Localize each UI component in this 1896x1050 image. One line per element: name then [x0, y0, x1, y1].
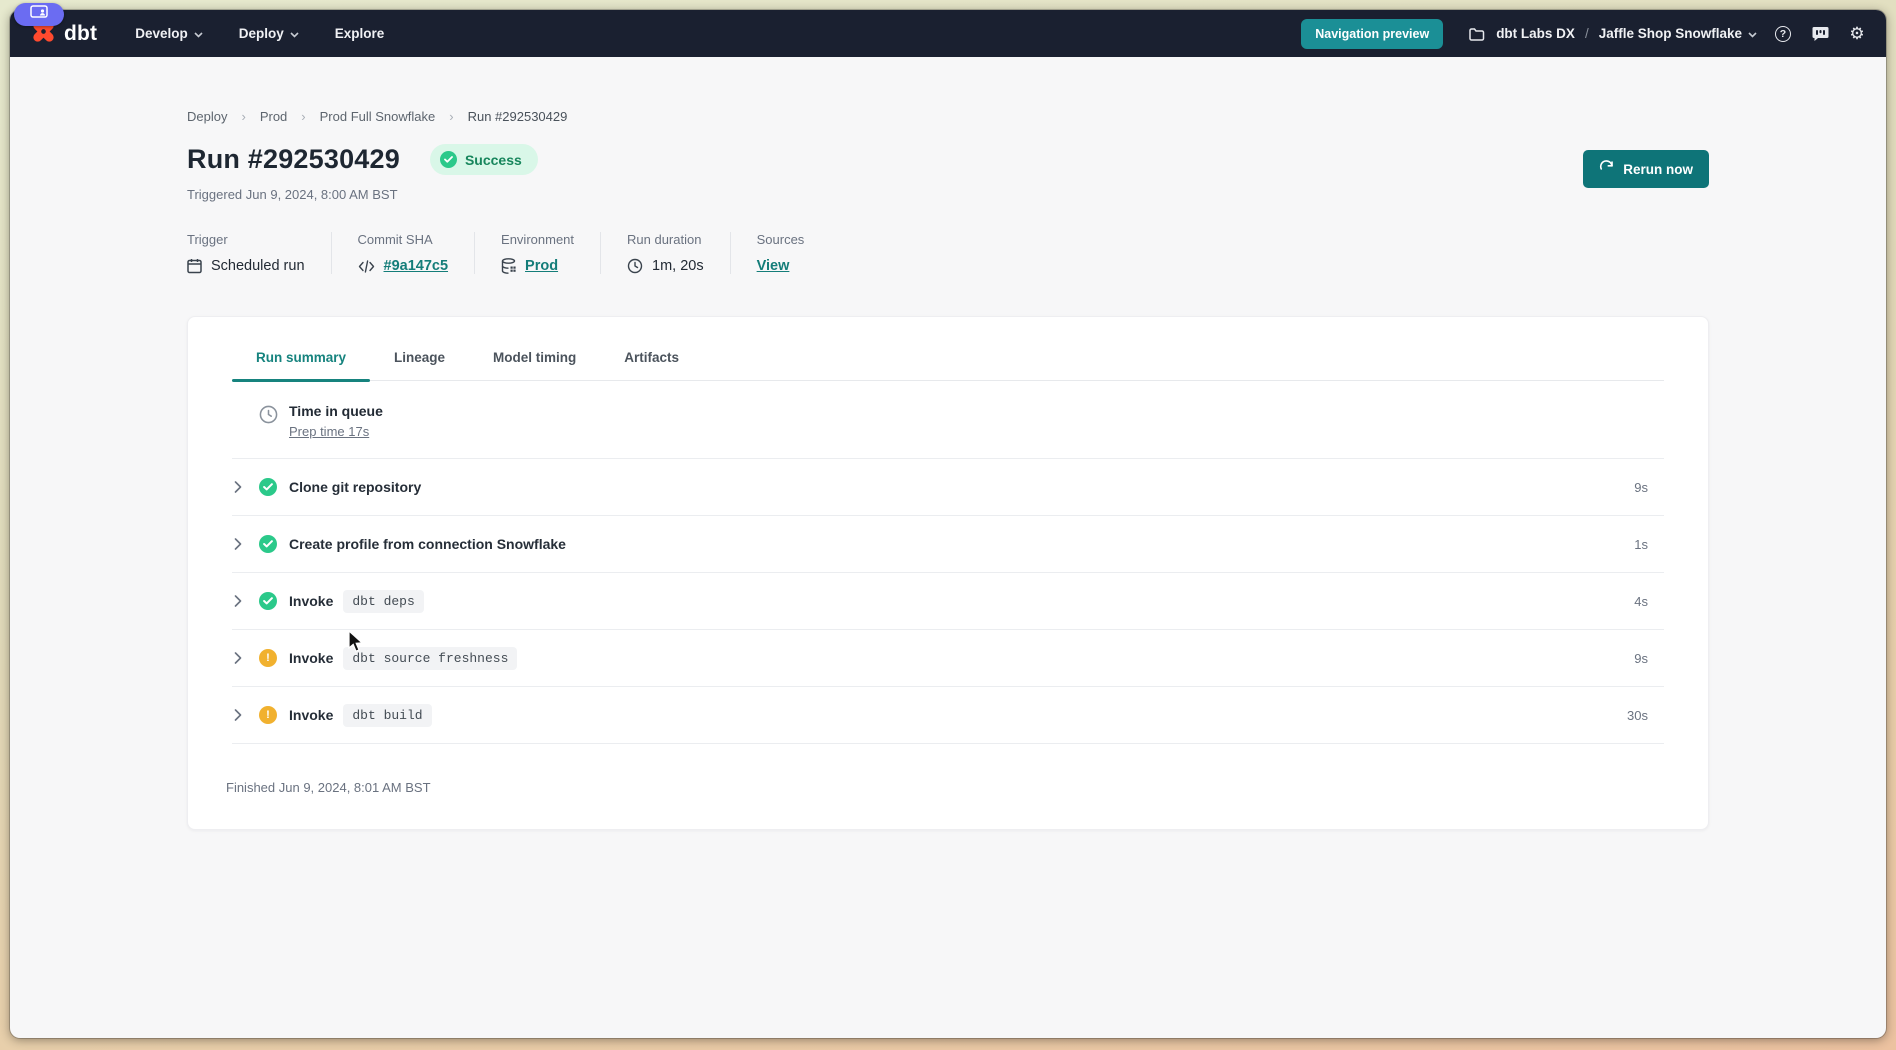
breadcrumb-prod[interactable]: Prod [260, 109, 287, 124]
chevron-right-icon[interactable] [234, 652, 248, 664]
breadcrumb-deploy[interactable]: Deploy [187, 109, 227, 124]
screen-share-icon [30, 5, 48, 24]
run-summary-card: Run summary Lineage Model timing Artifac… [187, 316, 1709, 830]
rerun-now-button[interactable]: Rerun now [1583, 150, 1709, 188]
step-row-clone-git[interactable]: Clone git repository 9s [232, 459, 1664, 516]
trigger-value: Scheduled run [211, 258, 305, 274]
account-project-switcher: dbt Labs DX / Jaffle Shop Snowflake [1466, 23, 1757, 45]
meta-run-duration: Run duration 1m, 20s [600, 232, 730, 274]
chevron-right-icon[interactable] [234, 709, 248, 721]
status-badge: Success [430, 144, 538, 175]
step-command-code: dbt deps [343, 590, 423, 613]
tab-run-summary[interactable]: Run summary [232, 337, 370, 380]
time-in-queue-row: Time in queue Prep time 17s [232, 381, 1664, 459]
main-nav: Develop Deploy Explore [135, 26, 384, 41]
step-label: Invoke [289, 593, 333, 609]
chevron-right-icon[interactable] [234, 595, 248, 607]
queue-clock-icon [259, 405, 278, 424]
time-in-queue-title: Time in queue [289, 403, 383, 419]
chevron-down-icon [1748, 26, 1757, 41]
breadcrumb-separator-icon: › [241, 109, 245, 124]
breadcrumb-separator-icon: › [449, 109, 453, 124]
run-detail-page: Deploy › Prod › Prod Full Snowflake › Ru… [187, 57, 1709, 830]
chevron-down-icon [290, 26, 299, 41]
finished-timestamp: Finished Jun 9, 2024, 8:01 AM BST [226, 780, 1664, 795]
dbt-logo-text: dbt [64, 22, 97, 46]
account-name[interactable]: dbt Labs DX [1496, 26, 1575, 41]
breadcrumb-separator-icon: › [301, 109, 305, 124]
feedback-icon[interactable] [1809, 23, 1831, 45]
nav-deploy[interactable]: Deploy [239, 26, 299, 41]
database-icon [501, 258, 516, 274]
navigation-preview-button[interactable]: Navigation preview [1301, 19, 1443, 49]
tab-model-timing[interactable]: Model timing [469, 337, 600, 380]
calendar-icon [187, 258, 202, 274]
success-check-icon [440, 151, 457, 168]
run-meta-row: Trigger Scheduled run Commit SHA [187, 232, 1709, 274]
step-command-code: dbt source freshness [343, 647, 517, 670]
breadcrumb: Deploy › Prod › Prod Full Snowflake › Ru… [187, 109, 1709, 124]
nav-develop[interactable]: Develop [135, 26, 203, 41]
meta-environment: Environment Prod [474, 232, 600, 274]
clock-icon [627, 258, 643, 274]
success-check-icon [259, 535, 277, 553]
environment-link[interactable]: Prod [525, 258, 558, 274]
page-title: Run #292530429 [187, 144, 400, 175]
step-label: Create profile from connection Snowflake [289, 536, 566, 552]
status-badge-label: Success [465, 152, 522, 168]
step-duration: 1s [1634, 537, 1648, 552]
code-icon [358, 260, 375, 273]
screen-share-badge[interactable] [14, 3, 64, 26]
topbar-right-group: Navigation preview dbt Labs DX / Jaffle … [1301, 19, 1868, 49]
step-duration: 30s [1627, 708, 1648, 723]
step-command-code: dbt build [343, 704, 431, 727]
project-selector[interactable]: Jaffle Shop Snowflake [1599, 26, 1757, 41]
tab-artifacts[interactable]: Artifacts [600, 337, 703, 380]
folder-icon [1466, 23, 1488, 45]
sources-view-link[interactable]: View [757, 258, 790, 274]
chevron-down-icon [194, 26, 203, 41]
tab-lineage[interactable]: Lineage [370, 337, 469, 380]
meta-trigger: Trigger Scheduled run [187, 232, 331, 274]
settings-gear-icon[interactable]: ⚙ [1846, 23, 1868, 45]
run-duration-value: 1m, 20s [652, 258, 704, 274]
step-row-dbt-deps[interactable]: Invoke dbt deps 4s [232, 573, 1664, 630]
step-row-source-freshness[interactable]: ! Invoke dbt source freshness 9s [232, 630, 1664, 687]
step-label: Clone git repository [289, 479, 421, 495]
breadcrumb-run: Run #292530429 [468, 109, 568, 124]
step-duration: 9s [1634, 651, 1648, 666]
warning-icon: ! [259, 649, 277, 667]
meta-commit-sha: Commit SHA #9a147c5 [331, 232, 475, 274]
refresh-icon [1599, 160, 1614, 178]
step-row-dbt-build[interactable]: ! Invoke dbt build 30s [232, 687, 1664, 744]
help-icon[interactable]: ? [1772, 23, 1794, 45]
app-window: dbt Develop Deploy Explore Navigation pr… [10, 10, 1886, 1038]
success-check-icon [259, 478, 277, 496]
step-label: Invoke [289, 650, 333, 666]
breadcrumb-job[interactable]: Prod Full Snowflake [320, 109, 436, 124]
warning-icon: ! [259, 706, 277, 724]
commit-sha-link[interactable]: #9a147c5 [384, 258, 449, 274]
top-navigation-bar: dbt Develop Deploy Explore Navigation pr… [10, 10, 1886, 57]
run-tabs: Run summary Lineage Model timing Artifac… [232, 337, 1664, 381]
page-header: Run #292530429 Success Triggered Jun 9, … [187, 144, 1709, 202]
step-label: Invoke [289, 707, 333, 723]
step-duration: 4s [1634, 594, 1648, 609]
chevron-right-icon[interactable] [234, 538, 248, 550]
account-project-separator: / [1583, 26, 1591, 41]
nav-explore[interactable]: Explore [335, 26, 385, 41]
meta-sources: Sources View [730, 232, 831, 274]
step-duration: 9s [1634, 480, 1648, 495]
step-row-create-profile[interactable]: Create profile from connection Snowflake… [232, 516, 1664, 573]
chevron-right-icon[interactable] [234, 481, 248, 493]
prep-time-link[interactable]: Prep time 17s [289, 424, 369, 439]
triggered-timestamp: Triggered Jun 9, 2024, 8:00 AM BST [187, 187, 538, 202]
success-check-icon [259, 592, 277, 610]
